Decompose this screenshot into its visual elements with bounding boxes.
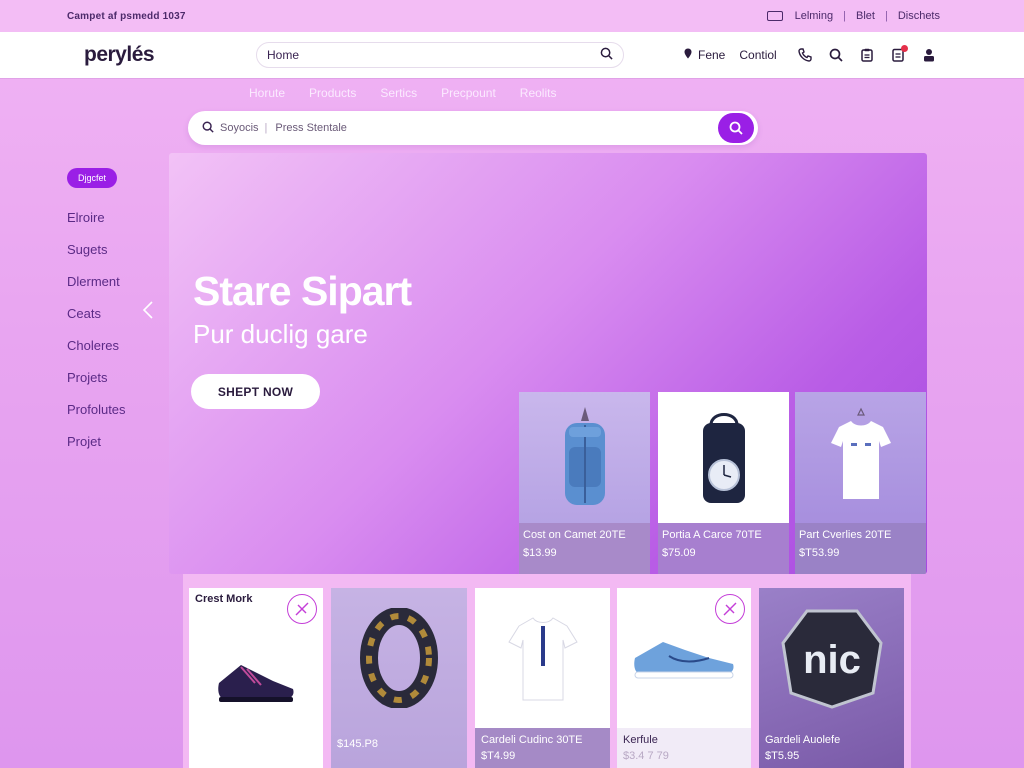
category-nav: Horute Products Sertics Precpount Reolit… xyxy=(249,86,556,100)
product-image xyxy=(189,588,323,768)
logo[interactable]: perylés xyxy=(84,43,155,67)
cat-link-reolits[interactable]: Reolits xyxy=(520,86,557,100)
tshirt-image xyxy=(507,617,578,701)
search-icon xyxy=(729,121,743,135)
sidebar-badge[interactable]: Djgcfet xyxy=(67,168,117,188)
promo-text: Cаmpet af psmedd 1037 xyxy=(67,10,186,22)
divider: | xyxy=(843,10,846,22)
main-search[interactable]: Soyocis | Press Stentale xyxy=(188,111,758,145)
product-card[interactable]: Crest Mork xyxy=(189,588,323,768)
location-pin-icon xyxy=(684,48,692,62)
nic-badge-image: nic xyxy=(780,609,883,709)
header-search[interactable]: Home xyxy=(256,42,624,68)
top-strip: Cаmpet af psmedd 1037 Lelming | Blet | D… xyxy=(0,0,1024,32)
sidebar-item-elroire[interactable]: Elroire xyxy=(67,208,126,240)
featured-product-card[interactable]: Part Cverlies 20TE $T53.99 xyxy=(795,392,926,574)
product-name: Kerfule xyxy=(623,734,658,746)
hero-subtitle: Pur duclig gare xyxy=(193,319,368,349)
clock-bag-image xyxy=(702,412,745,503)
sidebar-item-sugets[interactable]: Sugets xyxy=(67,240,126,272)
phone-icon[interactable] xyxy=(796,47,813,64)
search-icon xyxy=(202,121,214,136)
search-scope[interactable]: Soyocis xyxy=(220,122,259,134)
sidebar-item-dlerment[interactable]: Dlerment xyxy=(67,272,126,304)
top-links: Lelming | Blet | Dischets xyxy=(766,10,940,22)
search-icon[interactable] xyxy=(600,47,613,63)
notes-icon[interactable] xyxy=(889,44,908,64)
product-price: $T4.99 xyxy=(481,750,516,762)
cat-link-products[interactable]: Products xyxy=(309,86,356,100)
sidebar-item-projet[interactable]: Projet xyxy=(67,432,126,464)
clipboard-icon[interactable] xyxy=(858,47,875,64)
header-search-input[interactable]: Home xyxy=(267,48,600,62)
product-info: $145.P8 xyxy=(331,728,467,768)
header-nav: Fene Contiol xyxy=(684,32,777,78)
sneaker-image xyxy=(634,642,734,679)
backpack-image xyxy=(564,406,605,505)
product-name: Part Cverlies 20TE xyxy=(799,529,892,541)
featured-product-card[interactable]: Cost on Camet 20TE $13.99 xyxy=(519,392,650,574)
top-link-blet[interactable]: Blet xyxy=(856,10,875,22)
notification-badge xyxy=(901,44,908,52)
sidebar-item-choleres[interactable]: Choleres xyxy=(67,336,126,368)
product-card[interactable]: Cardeli Cudinc 30TE $T4.99 xyxy=(475,588,610,768)
hero-banner: Stare Sipart Pur duclig gare SHEPT NOW C… xyxy=(169,153,927,574)
sidebar-item-projets[interactable]: Projets xyxy=(67,368,126,400)
header-icons xyxy=(796,32,937,78)
product-info: Kerfule $3.4 7 79 xyxy=(617,728,751,768)
tshirt-image xyxy=(830,407,891,499)
shoe-image xyxy=(218,665,294,702)
product-name: Cost on Camet 20TE xyxy=(523,529,626,541)
product-price: $145.P8 xyxy=(337,738,378,750)
product-price: $3.4 7 79 xyxy=(623,750,669,762)
product-image xyxy=(331,588,467,728)
product-name: Cardeli Cudinc 30TE xyxy=(481,734,583,746)
top-link-lelming[interactable]: Lelming xyxy=(795,10,834,22)
featured-product-card[interactable]: Portia A Carce 70TE $75.09 xyxy=(658,392,789,574)
product-name: Portia A Carce 70TE xyxy=(662,529,762,541)
product-image: nic xyxy=(759,588,904,728)
main-search-input[interactable]: Press Stentale xyxy=(275,122,718,134)
nav-link-contiol[interactable]: Contiol xyxy=(739,48,776,62)
hero-title: Stare Sipart xyxy=(193,268,412,314)
nav-link-fene[interactable]: Fene xyxy=(698,48,725,62)
sidebar-item-ceats[interactable]: Ceats xyxy=(67,304,126,336)
product-price: $T53.99 xyxy=(799,547,840,559)
search-submit-button[interactable] xyxy=(718,113,754,143)
product-image xyxy=(658,392,789,523)
cat-link-sertics[interactable]: Sertics xyxy=(380,86,417,100)
site-header: perylés Home Fene Contiol xyxy=(0,32,1024,78)
divider: | xyxy=(264,122,268,134)
product-price: $T5.95 xyxy=(765,750,800,762)
carousel-prev-icon[interactable] xyxy=(142,301,154,324)
top-link-dischets[interactable]: Dischets xyxy=(898,10,940,22)
bracelet-image xyxy=(360,608,438,708)
product-image xyxy=(795,392,926,523)
svg-text:nic: nic xyxy=(803,638,861,682)
cat-link-precpount[interactable]: Precpount xyxy=(441,86,496,100)
product-info: Cost on Camet 20TE $13.99 xyxy=(519,523,650,574)
sidebar-item-profolutes[interactable]: Profolutes xyxy=(67,400,126,432)
product-info: Part Cverlies 20TE $T53.99 xyxy=(795,523,926,574)
product-info: Portia A Carce 70TE $75.09 xyxy=(658,523,789,574)
product-image xyxy=(475,588,610,728)
product-image xyxy=(617,588,751,728)
shop-now-button[interactable]: SHEPT NOW xyxy=(191,374,320,409)
card-icon xyxy=(766,11,783,21)
user-icon[interactable] xyxy=(920,47,937,64)
product-price: $75.09 xyxy=(662,547,696,559)
product-card[interactable]: nic Gardeli Auolefe $T5.95 xyxy=(759,588,904,768)
cat-link-horute[interactable]: Horute xyxy=(249,86,285,100)
product-info: Gardeli Auolefe $T5.95 xyxy=(759,728,904,768)
product-price: $13.99 xyxy=(523,547,557,559)
search-icon[interactable] xyxy=(827,47,844,64)
product-card[interactable]: $145.P8 xyxy=(331,588,467,768)
product-info: Cardeli Cudinc 30TE $T4.99 xyxy=(475,728,610,768)
product-card[interactable]: Kerfule $3.4 7 79 xyxy=(617,588,751,768)
sidebar-menu: Elroire Sugets Dlerment Ceats Choleres P… xyxy=(67,208,126,464)
product-image xyxy=(519,392,650,523)
divider: | xyxy=(884,10,888,22)
product-name: Gardeli Auolefe xyxy=(765,734,841,746)
